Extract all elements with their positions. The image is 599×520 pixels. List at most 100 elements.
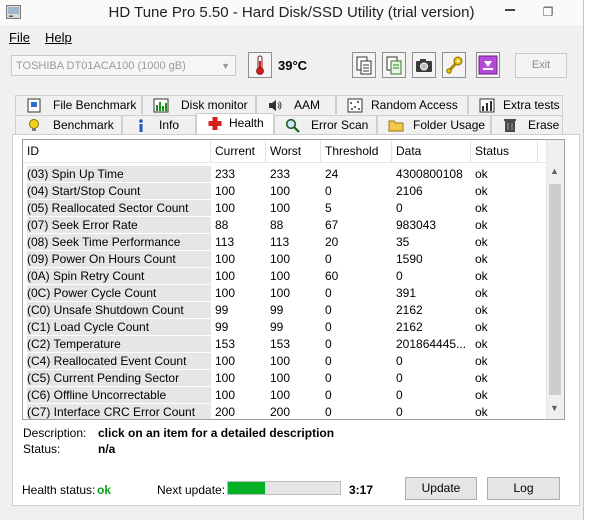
cell-data: 0 xyxy=(396,371,403,385)
log-button[interactable]: Log xyxy=(487,477,560,500)
tab-label: File Benchmark xyxy=(53,98,137,112)
cell-worst: 233 xyxy=(270,167,291,181)
smart-table[interactable]: ID Current Worst Threshold Data Status (… xyxy=(22,139,565,420)
tab-error-scan[interactable]: Error Scan xyxy=(274,115,377,134)
column-header-current[interactable]: Current xyxy=(211,140,266,162)
scroll-down-icon[interactable]: ▼ xyxy=(550,403,559,413)
cell-threshold: 0 xyxy=(325,286,332,300)
cell-current: 113 xyxy=(215,235,235,249)
table-row[interactable]: (C4) Reallocated Event Count 100 100 0 0 ok xyxy=(23,352,548,369)
table-row[interactable]: (03) Spin Up Time 233 233 24 4300800108 ok xyxy=(23,165,548,182)
table-row[interactable]: (C1) Load Cycle Count 99 99 0 2162 ok xyxy=(23,318,548,335)
cell-status: ok xyxy=(475,303,488,317)
cell-threshold: 60 xyxy=(325,269,339,283)
save-button[interactable] xyxy=(476,52,500,78)
table-row[interactable]: (C2) Temperature 153 153 0 201864445... ok xyxy=(23,335,548,352)
app-window: HD Tune Pro 5.50 - Hard Disk/SSD Utility… xyxy=(0,0,584,520)
cell-status: ok xyxy=(475,252,488,266)
table-row[interactable]: (04) Start/Stop Count 100 100 0 2106 ok xyxy=(23,182,548,199)
options-button[interactable] xyxy=(442,52,466,78)
table-row[interactable]: (09) Power On Hours Count 100 100 0 1590 ok xyxy=(23,250,548,267)
tab-disk-monitor[interactable]: Disk monitor xyxy=(142,95,256,114)
description-label: Description: xyxy=(23,426,87,440)
scrollbar-thumb[interactable] xyxy=(549,184,561,395)
cell-data: 0 xyxy=(396,354,403,368)
cell-data: 2162 xyxy=(396,303,423,317)
cell-worst: 100 xyxy=(270,371,291,385)
cell-threshold: 0 xyxy=(325,184,332,198)
cell-data: 201864445... xyxy=(396,337,467,351)
cell-status: ok xyxy=(475,218,488,232)
wrench-icon xyxy=(446,56,463,74)
cell-worst: 100 xyxy=(270,286,291,300)
column-header-id[interactable]: ID xyxy=(23,140,211,162)
cell-data: 983043 xyxy=(396,218,437,232)
maximize-icon[interactable]: ❐ xyxy=(534,4,562,20)
tab-random-access[interactable]: Random Access xyxy=(336,95,468,114)
exit-button[interactable]: Exit xyxy=(515,53,567,78)
cell-threshold: 0 xyxy=(325,252,332,266)
cell-current: 153 xyxy=(215,337,236,351)
column-header-threshold[interactable]: Threshold xyxy=(321,140,392,162)
cell-id: (08) Seek Time Performance xyxy=(27,234,211,250)
tab-info[interactable]: Info xyxy=(122,115,196,134)
menu-file[interactable]: File xyxy=(9,30,30,45)
drive-select[interactable]: TOSHIBA DT01ACA100 (1000 gB) ▼ xyxy=(11,55,236,76)
column-header-status[interactable]: Status xyxy=(471,140,538,162)
copy-info-button[interactable] xyxy=(352,52,376,78)
cell-threshold: 5 xyxy=(325,201,332,215)
cell-status: ok xyxy=(475,235,488,249)
tab-folder-usage[interactable]: Folder Usage xyxy=(377,115,491,134)
cell-id: (C5) Current Pending Sector xyxy=(27,370,211,386)
cell-worst: 100 xyxy=(270,354,291,368)
copy-info-icon xyxy=(356,56,372,75)
table-row[interactable]: (C0) Unsafe Shutdown Count 99 99 0 2162 ok xyxy=(23,301,548,318)
cell-current: 100 xyxy=(215,184,236,198)
copy-text-icon xyxy=(386,56,402,75)
table-row[interactable]: (05) Reallocated Sector Count 100 100 5 0 ok xyxy=(23,199,548,216)
tab-extra-tests[interactable]: Extra tests xyxy=(468,95,563,114)
cell-data: 0 xyxy=(396,201,403,215)
cell-id: (C2) Temperature xyxy=(27,336,211,352)
table-row[interactable]: (C6) Offline Uncorrectable 100 100 0 0 ok xyxy=(23,386,548,403)
tab-label: AAM xyxy=(294,98,321,112)
cell-id: (C4) Reallocated Event Count xyxy=(27,353,211,369)
minimize-icon[interactable] xyxy=(505,9,515,11)
cell-status: ok xyxy=(475,371,488,385)
chevron-down-icon: ▼ xyxy=(221,61,230,71)
table-row[interactable]: (0C) Power Cycle Count 100 100 0 391 ok xyxy=(23,284,548,301)
cell-data: 2162 xyxy=(396,320,423,334)
cell-data: 0 xyxy=(396,405,403,419)
progress-fill xyxy=(228,482,265,494)
table-row[interactable]: (C5) Current Pending Sector 100 100 0 0 ok xyxy=(23,369,548,386)
cell-data: 0 xyxy=(396,269,403,283)
table-row[interactable]: (07) Seek Error Rate 88 88 67 983043 ok xyxy=(23,216,548,233)
copy-text-button[interactable] xyxy=(382,52,406,78)
cell-worst: 100 xyxy=(270,184,291,198)
vertical-scrollbar[interactable]: ▲ ▼ xyxy=(546,140,564,419)
table-row[interactable]: (C7) Interface CRC Error Count 200 200 0 0 ok xyxy=(23,403,548,419)
screenshot-button[interactable] xyxy=(412,52,436,78)
menu-help[interactable]: Help xyxy=(45,30,72,45)
tab-label: Disk monitor xyxy=(181,98,248,112)
column-header-data[interactable]: Data xyxy=(392,140,471,162)
tab-benchmark[interactable]: Benchmark xyxy=(15,115,122,134)
update-button[interactable]: Update xyxy=(405,477,477,500)
cell-worst: 99 xyxy=(270,320,284,334)
random-access-icon xyxy=(347,98,363,113)
table-row[interactable]: (08) Seek Time Performance 113 113 20 35 ok xyxy=(23,233,548,250)
cell-current: 99 xyxy=(215,320,229,334)
scroll-up-icon[interactable]: ▲ xyxy=(550,166,559,176)
tab-erase[interactable]: Erase xyxy=(491,115,563,134)
tab-health[interactable]: Health xyxy=(196,113,274,134)
disk-monitor-icon xyxy=(153,98,169,113)
menu-bar: File Help xyxy=(0,27,583,47)
table-header: ID Current Worst Threshold Data Status xyxy=(23,140,548,163)
column-header-worst[interactable]: Worst xyxy=(266,140,321,162)
tab-file-benchmark[interactable]: File Benchmark xyxy=(15,95,142,114)
table-row[interactable]: (0A) Spin Retry Count 100 100 60 0 ok xyxy=(23,267,548,284)
cell-current: 100 xyxy=(215,388,236,402)
cell-worst: 100 xyxy=(270,269,291,283)
cell-threshold: 0 xyxy=(325,354,332,368)
tab-aam[interactable]: AAM xyxy=(256,95,336,114)
